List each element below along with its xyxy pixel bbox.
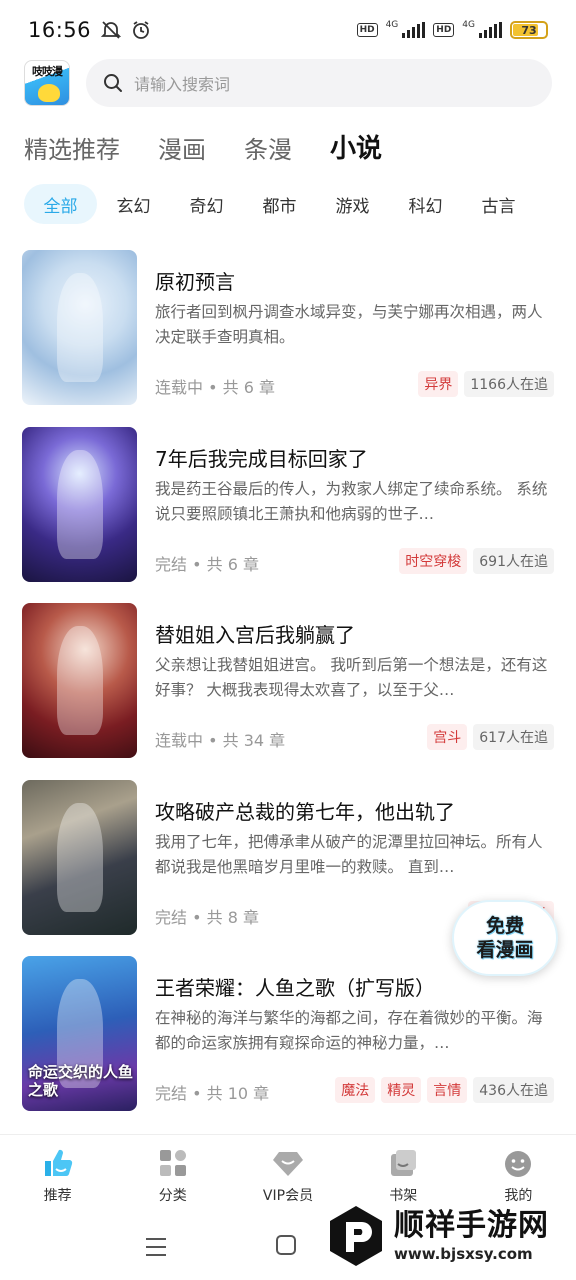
book-description: 在神秘的海洋与繁华的海都之间，存在着微妙的平衡。海都的命运家族拥有窥探命运的神秘…	[155, 1009, 543, 1052]
book-title[interactable]: 替姐姐入宫后我躺赢了	[155, 619, 355, 648]
alarm-clock-icon	[133, 21, 149, 39]
battery-level: 73	[521, 23, 537, 37]
book-cover-image[interactable]	[22, 780, 137, 935]
book-cover-image[interactable]	[22, 427, 137, 582]
watermark-text: 顺祥手游网 www.bjsxsy.com	[394, 1208, 549, 1264]
followers-count: 617人在追	[473, 724, 554, 750]
cover-illustration	[56, 626, 103, 735]
genre-chip[interactable]: 科幻	[389, 184, 462, 224]
genre-chip[interactable]: 全部	[24, 184, 97, 224]
status-time: 16:56	[28, 18, 92, 42]
genre-tag: 魔法	[335, 1077, 376, 1103]
genre-tag: 宫斗	[427, 724, 468, 750]
genre-tag: 时空穿梭	[399, 548, 468, 574]
book-tags: 时空穿梭 691人在追	[399, 548, 554, 574]
nav-label: 推荐	[43, 1188, 72, 1204]
app-logo-text: 吱吱漫	[32, 65, 63, 78]
network-label: 4G	[385, 20, 399, 30]
home-icon[interactable]	[276, 1235, 296, 1255]
book-description: 我是药王谷最后的传人，为救家人绑定了续命系统。 系统说只要照顾镇北王萧执和他病弱…	[155, 480, 548, 523]
logo-mascot-icon	[38, 84, 60, 102]
book-item[interactable]: 替姐姐入宫后我躺赢了父亲想让我替姐姐进宫。 我听到后第一个想法是，还有这好事？ …	[0, 603, 576, 763]
book-title[interactable]: 7年后我完成目标回家了	[155, 443, 368, 472]
genre-tag: 精灵	[381, 1077, 422, 1103]
genre-chip[interactable]: 玄幻	[97, 184, 170, 224]
genre-chip[interactable]: 都市	[243, 184, 316, 224]
battery-icon: 73	[510, 21, 548, 39]
hd-badge: HD	[433, 23, 455, 37]
followers-count: 691人在追	[473, 548, 554, 574]
cover-illustration	[56, 450, 103, 559]
diamond-icon	[270, 1145, 306, 1181]
nav-item-1[interactable]: 分类	[115, 1135, 230, 1214]
profile-face-icon	[500, 1145, 536, 1181]
tab-2[interactable]: 条漫	[244, 130, 292, 165]
watermark: 顺祥手游网 www.bjsxsy.com	[328, 1196, 568, 1276]
tab-1[interactable]: 漫画	[158, 130, 206, 165]
watermark-url: www.bjsxsy.com	[394, 1245, 533, 1263]
watermark-title: 顺祥手游网	[394, 1208, 549, 1243]
book-title[interactable]: 王者荣耀：人鱼之歌（扩写版）	[155, 972, 435, 1001]
bookshelf-icon	[385, 1145, 421, 1181]
search-placeholder: 请输入搜索词	[134, 75, 231, 94]
cover-caption: 命运交织的人鱼之歌	[28, 1063, 134, 1099]
genre-tag: 异界	[418, 371, 459, 397]
recent-apps-icon[interactable]	[146, 1238, 166, 1262]
genre-filter-chips: 全部 玄幻 奇幻 都市 游戏 科幻 古言	[24, 184, 535, 224]
search-input[interactable]: 请输入搜索词	[86, 59, 552, 107]
book-status-chapters: 连载中 • 共 6 章	[155, 378, 275, 397]
followers-count: 436人在追	[473, 1077, 554, 1103]
genre-chip[interactable]: 古言	[462, 184, 535, 224]
network-label: 4G	[462, 20, 475, 30]
book-description: 旅行者回到枫丹调查水域异变，与芙宁娜再次相遇，两人决定联手查明真相。	[155, 303, 543, 346]
signal-strength-icon	[402, 22, 426, 38]
book-description: 我用了七年，把傅承聿从破产的泥潭里拉回神坛。所有人都说我是他黑暗岁月里唯一的救赎…	[155, 833, 543, 876]
book-status-chapters: 连载中 • 共 34 章	[155, 731, 286, 750]
search-icon	[104, 74, 122, 92]
book-cover-image[interactable]: 命运交织的人鱼之歌	[22, 956, 137, 1111]
mute-bell-icon	[101, 21, 122, 39]
book-tags: 魔法 精灵 言情 436人在追	[335, 1077, 554, 1103]
book-status-chapters: 完结 • 共 6 章	[155, 555, 259, 574]
status-left-icons	[101, 20, 151, 40]
nav-label: VIP会员	[262, 1188, 314, 1204]
book-item[interactable]: 命运交织的人鱼之歌 王者荣耀：人鱼之歌（扩写版） 在神秘的海洋与繁华的海都之间，存在…	[0, 956, 576, 1116]
book-status-chapters: 完结 • 共 10 章	[155, 1084, 270, 1103]
tab-3[interactable]: 小说	[330, 128, 383, 165]
book-description: 父亲想让我替姐姐进宫。 我听到后第一个想法是，还有这好事？ 大概我表现得太欢喜了…	[155, 656, 548, 699]
tab-0[interactable]: 精选推荐	[24, 130, 120, 165]
cover-illustration	[56, 803, 103, 912]
genre-tag: 言情	[427, 1077, 468, 1103]
status-right: HD 4G HD 4G 73	[356, 20, 548, 39]
genre-chip[interactable]: 游戏	[316, 184, 389, 224]
header: 吱吱漫 请输入搜索词	[0, 58, 576, 108]
book-title[interactable]: 攻略破产总裁的第七年，他出轨了	[155, 796, 455, 825]
genre-chip[interactable]: 奇幻	[170, 184, 243, 224]
float-button-line-2: 看漫画	[476, 939, 534, 961]
book-tags: 异界 1166人在追	[418, 371, 554, 397]
book-status-chapters: 完结 • 共 8 章	[155, 908, 259, 927]
nav-item-0[interactable]: 推荐	[0, 1135, 115, 1214]
book-item[interactable]: 7年后我完成目标回家了我是药王谷最后的传人，为救家人绑定了续命系统。 系统说只要…	[0, 427, 576, 587]
category-icon	[155, 1145, 191, 1181]
main-tabs: 精选推荐 漫画 条漫 小说	[24, 128, 383, 165]
book-item[interactable]: 原初预言旅行者回到枫丹调查水域异变，与芙宁娜再次相遇，两人决定联手查明真相。连载…	[0, 250, 576, 410]
book-cover-image[interactable]	[22, 603, 137, 758]
cover-illustration	[56, 273, 103, 382]
nav-label: 分类	[158, 1188, 187, 1204]
float-button-line-1: 免费	[485, 915, 524, 937]
book-title[interactable]: 原初预言	[155, 266, 235, 295]
followers-count: 1166人在追	[464, 371, 554, 397]
free-comics-float-button[interactable]: 免费 看漫画	[452, 900, 558, 976]
watermark-logo-icon	[330, 1206, 382, 1266]
hd-badge: HD	[356, 23, 378, 37]
app-logo[interactable]: 吱吱漫	[24, 60, 70, 106]
thumbs-up-icon	[40, 1145, 76, 1181]
book-cover-image[interactable]	[22, 250, 137, 405]
book-tags: 宫斗 617人在追	[427, 724, 554, 750]
status-bar: 16:56 HD 4G HD 4G 73	[0, 0, 576, 60]
signal-strength-icon	[479, 22, 502, 38]
